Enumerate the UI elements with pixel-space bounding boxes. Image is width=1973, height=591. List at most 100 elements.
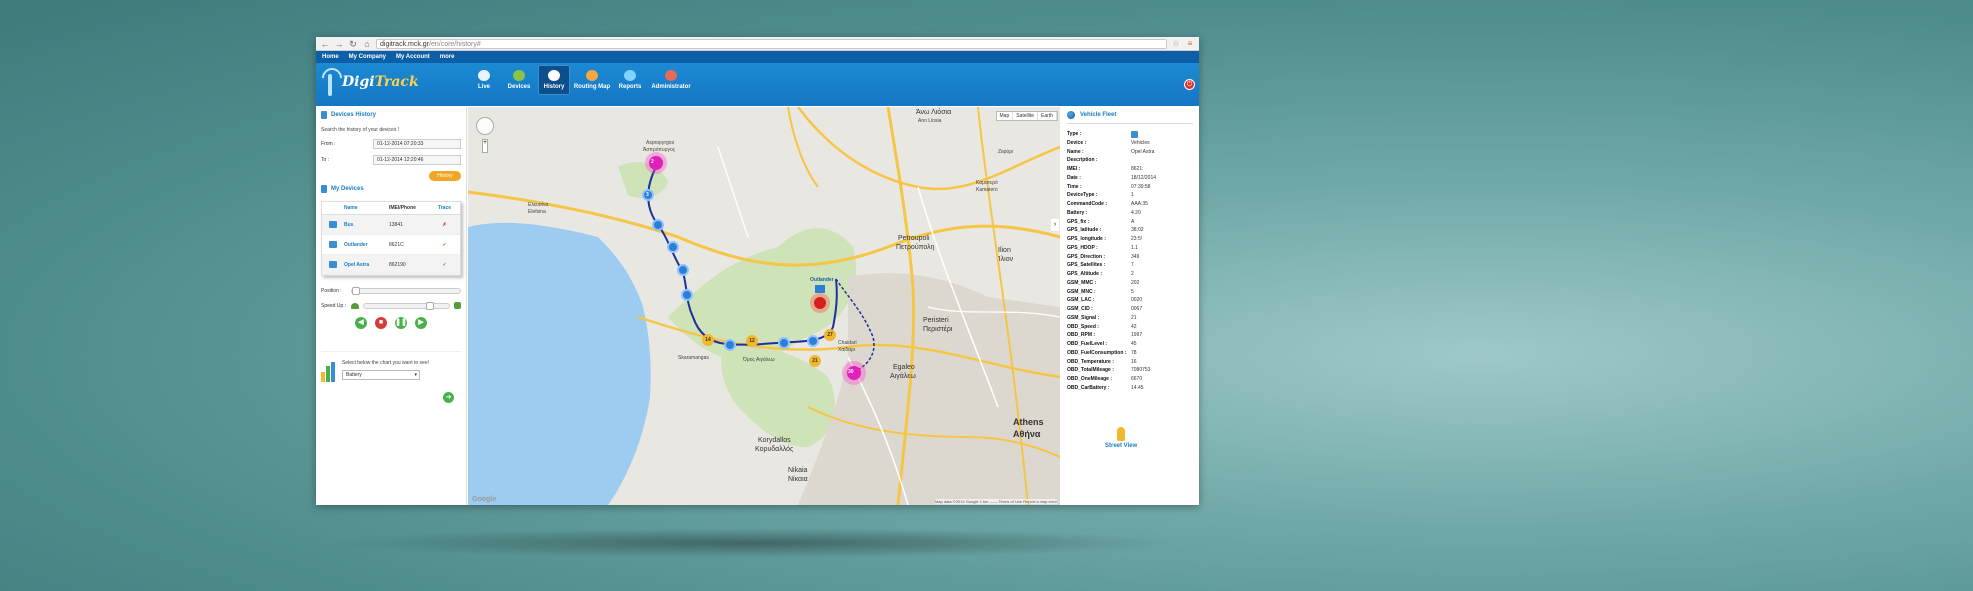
position-slider[interactable]: [351, 287, 461, 295]
to-datetime-input[interactable]: 01-12-2014 12:20:46: [373, 155, 461, 165]
chart-selector: Select below the chart you want to see! …: [321, 351, 461, 382]
cluster-marker[interactable]: 14: [702, 334, 714, 346]
from-label: From :: [321, 141, 336, 147]
pause-button[interactable]: ❚❚: [395, 317, 407, 329]
table-row[interactable]: Bus 13841 ✗: [322, 215, 460, 235]
devices-icon: [513, 70, 525, 81]
chart-prompt: Select below the chart you want to see!: [342, 360, 429, 366]
map-copyright: Map data ©2014 Google 1 km —— Terms of U…: [934, 499, 1057, 504]
devices-table: Name IMEI/Phone Trace Bus 13841 ✗ Outlan…: [321, 201, 461, 276]
logo-text-track: Track: [374, 74, 419, 90]
topnav-my-account[interactable]: My Account: [396, 54, 430, 60]
bus-icon: [321, 185, 327, 193]
app-logo[interactable]: DigiTrack: [322, 68, 419, 96]
map-label-aspropyrgos-en: Aspropyrgos: [646, 140, 675, 146]
prop-row: GPS_Direction :349: [1067, 253, 1140, 260]
bookmark-star-icon[interactable]: ☆: [1171, 39, 1181, 48]
home-icon[interactable]: ⌂: [362, 38, 372, 50]
devices-rows: Bus 13841 ✗ Outlander 8621C ✓ Opel Astra…: [322, 215, 460, 275]
map-label-ilion-gr: Ίλιον: [998, 256, 1014, 263]
from-datetime-input[interactable]: 01-12-2014 07:20:33: [373, 139, 461, 149]
prop-row: GPS_HDOP :1.1: [1067, 244, 1138, 251]
cluster-marker[interactable]: 21: [809, 355, 821, 367]
nav-reports[interactable]: Reports: [614, 65, 646, 95]
table-row[interactable]: Outlander 8621C ✓: [322, 235, 460, 255]
map-type-map[interactable]: Map: [997, 112, 1014, 120]
col-name: Name: [344, 205, 358, 211]
cluster-marker[interactable]: 2: [651, 159, 654, 165]
map-label-peristeri: Peristeri: [923, 317, 949, 324]
map-pan-control[interactable]: [476, 117, 494, 135]
trace-toggle[interactable]: ✓: [429, 242, 460, 248]
cluster-marker[interactable]: 3: [646, 192, 649, 198]
chart-select[interactable]: Battery ▾: [342, 370, 420, 380]
position-slider-handle[interactable]: [352, 287, 360, 295]
stop-button[interactable]: ■: [375, 317, 387, 329]
google-logo: Google: [472, 496, 497, 503]
prop-row: OBD_TotalMileage :7080753: [1067, 367, 1151, 374]
topnav-my-company[interactable]: My Company: [349, 54, 386, 60]
nav-administrator[interactable]: Administrator: [649, 65, 693, 95]
vehicle-properties: Type : Device : Vehicles Name : Opel Astra…: [1067, 130, 1193, 393]
speed-slider[interactable]: [363, 301, 450, 310]
prop-row: GPS_latitude :38:02: [1067, 227, 1144, 234]
map-view[interactable]: 2 3 14 12 27 21 30 Άνω Λιόσια Ano Liosia…: [468, 107, 1060, 505]
prop-row: Time :07:39:58: [1067, 183, 1151, 190]
map-label-chaidari: Chaidari: [838, 340, 857, 346]
street-view-link[interactable]: Street View: [1105, 427, 1137, 449]
table-row[interactable]: Opel Astra 862190 ✓: [322, 255, 460, 275]
content-area: Devices History Search the history of yo…: [316, 107, 1199, 505]
back-icon[interactable]: ←: [320, 38, 330, 50]
prop-row: OBD_Temperature :16: [1067, 358, 1137, 365]
map-label-petroupoli-gr: Πετρούπολη: [896, 244, 935, 251]
map-zoom-control[interactable]: +: [482, 139, 488, 153]
cluster-marker[interactable]: 12: [746, 335, 758, 347]
map-label-elefsina-en: Elefsina: [528, 209, 546, 215]
logout-power-icon[interactable]: ⏻: [1184, 79, 1195, 90]
map-label-poikilo-oros: Όρος Αιγάλεω: [743, 357, 775, 363]
map-type-earth[interactable]: Earth: [1038, 112, 1057, 120]
nav-routing-map[interactable]: Routing Map: [573, 65, 611, 95]
prop-row: Type :: [1067, 130, 1193, 139]
play-button[interactable]: ▶: [415, 317, 427, 329]
rewind-button[interactable]: ◀: [355, 317, 367, 329]
device-icon: [329, 221, 337, 228]
globe-icon: [1067, 111, 1075, 119]
address-bar[interactable]: digitrack.mck.gr/en/core/history#: [376, 38, 1167, 49]
topnav-more[interactable]: more: [440, 54, 455, 60]
map-type-satellite[interactable]: Satellite: [1013, 112, 1039, 120]
browser-menu-icon[interactable]: ≡: [1185, 39, 1195, 48]
chart-select-value: Battery: [346, 372, 362, 378]
history-panel: Devices History Search the history of yo…: [316, 107, 467, 505]
trace-toggle[interactable]: ✗: [429, 222, 460, 228]
reload-icon[interactable]: ↻: [348, 38, 358, 50]
speed-label: Speed Up :: [321, 302, 347, 309]
prop-row: IMEI :8621:: [1067, 166, 1144, 172]
col-imei: IMEI/Phone: [389, 205, 416, 211]
cluster-marker[interactable]: 27: [824, 329, 836, 341]
nav-history[interactable]: History: [538, 65, 570, 95]
street-view-label: Street View: [1105, 443, 1138, 449]
device-icon: [329, 261, 337, 268]
speed-slider-handle[interactable]: [426, 301, 434, 310]
nav-live[interactable]: Live: [468, 65, 500, 95]
show-chart-button[interactable]: ➜: [443, 392, 454, 403]
antenna-icon: [322, 68, 338, 96]
history-button[interactable]: History: [429, 171, 461, 181]
url-host: digitrack.mck.gr: [380, 40, 430, 48]
prop-row: OBD_CarBattery :14.45: [1067, 384, 1144, 391]
map-label-korydallos-gr: Κορυδαλλός: [755, 446, 794, 453]
pegman-icon: [1117, 427, 1126, 441]
expand-panel-icon[interactable]: ›: [1051, 219, 1059, 231]
prop-row: GPS_Satellites :7: [1067, 262, 1134, 269]
prop-row: OBD_FuelLevel :45: [1067, 341, 1137, 347]
nav-devices[interactable]: Devices: [503, 65, 535, 95]
devices-table-header: Name IMEI/Phone Trace: [322, 202, 460, 215]
topnav-home[interactable]: Home: [322, 54, 339, 60]
forward-icon[interactable]: →: [334, 38, 344, 50]
administrator-icon: [665, 70, 677, 81]
browser-toolbar: ← → ↻ ⌂ digitrack.mck.gr/en/core/history…: [316, 37, 1199, 51]
chevron-down-icon: ▾: [414, 372, 417, 378]
trace-toggle[interactable]: ✓: [429, 262, 460, 268]
cluster-marker[interactable]: 30: [848, 369, 854, 375]
